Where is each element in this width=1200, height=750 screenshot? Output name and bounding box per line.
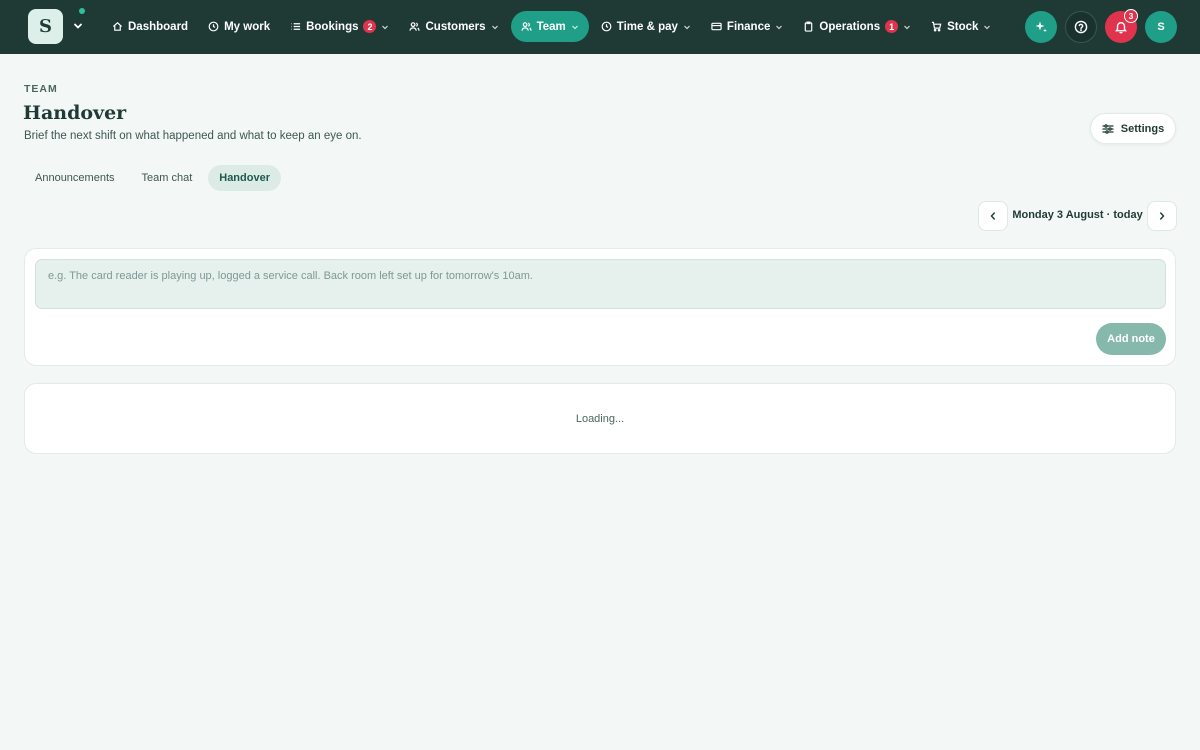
nav-item-label: Bookings <box>306 20 359 33</box>
clock-icon <box>601 21 612 32</box>
add-note-button[interactable]: Add note <box>1096 323 1166 355</box>
chevron-down-icon <box>491 25 498 29</box>
online-status-dot <box>79 8 85 14</box>
nav-item-time-pay[interactable]: Time & pay <box>593 11 699 42</box>
settings-button[interactable]: Settings <box>1090 113 1176 144</box>
main-nav: Dashboard My work Bookings 2 Customers T… <box>104 11 999 42</box>
chevron-down-icon <box>984 25 991 29</box>
team-tabs: Announcements Team chat Handover <box>24 165 281 191</box>
bell-icon <box>1115 22 1127 34</box>
nav-item-label: Finance <box>726 20 771 33</box>
sparkle-icon <box>1035 21 1047 33</box>
nav-item-label: Customers <box>425 20 486 33</box>
nav-item-label: Dashboard <box>128 20 189 33</box>
help-icon <box>1074 20 1088 34</box>
section-eyebrow: TEAM <box>24 83 58 95</box>
top-navigation-bar: S Dashboard My work Bookings 2 Customers… <box>0 0 1200 54</box>
workspace-switcher-chevron-icon[interactable] <box>70 18 86 34</box>
nav-item-label: My work <box>224 20 271 33</box>
chevron-down-icon <box>571 25 578 29</box>
home-icon <box>112 22 123 31</box>
operations-count-badge: 1 <box>885 20 899 33</box>
sliders-icon <box>1102 123 1114 134</box>
nav-item-operations[interactable]: Operations 1 <box>795 11 919 42</box>
list-icon <box>291 23 301 30</box>
team-icon <box>520 22 532 31</box>
nav-item-customers[interactable]: Customers <box>401 11 506 42</box>
page-title: Handover <box>23 102 127 124</box>
clipboard-icon <box>805 21 813 32</box>
previous-day-button[interactable] <box>978 201 1008 231</box>
help-button[interactable] <box>1065 11 1097 43</box>
nav-item-label: Operations <box>819 20 881 33</box>
app-logo[interactable]: S <box>28 9 63 44</box>
nav-item-bookings[interactable]: Bookings 2 <box>282 11 397 42</box>
handover-note-input[interactable] <box>35 259 1166 309</box>
chevron-down-icon <box>776 25 783 29</box>
bookings-count-badge: 2 <box>363 20 377 33</box>
card-icon <box>711 22 722 31</box>
nav-item-label: Team <box>536 20 566 33</box>
nav-item-my-work[interactable]: My work <box>200 11 278 42</box>
tab-handover[interactable]: Handover <box>208 165 281 191</box>
nav-item-label: Time & pay <box>616 20 678 33</box>
tab-team-chat[interactable]: Team chat <box>131 165 204 191</box>
page-subtitle: Brief the next shift on what happened an… <box>24 130 362 142</box>
chevron-down-icon <box>683 25 690 29</box>
user-avatar-button[interactable]: S <box>1145 11 1177 43</box>
chevron-down-icon <box>904 25 911 29</box>
chevron-right-icon <box>1160 212 1165 220</box>
settings-button-label: Settings <box>1120 122 1165 135</box>
loading-status: Loading... <box>575 412 625 425</box>
tab-announcements[interactable]: Announcements <box>24 165 126 191</box>
nav-item-stock[interactable]: Stock <box>923 11 999 42</box>
chevron-down-icon <box>382 25 389 29</box>
notifications-count-badge: 3 <box>1124 9 1138 23</box>
clock-icon <box>208 21 219 32</box>
handover-composer-card: Add note <box>24 248 1176 366</box>
cart-icon <box>932 21 942 32</box>
nav-item-dashboard[interactable]: Dashboard <box>104 11 196 42</box>
chevron-left-icon <box>990 212 995 220</box>
nav-item-team[interactable]: Team <box>510 11 589 42</box>
ai-assistant-button[interactable] <box>1025 11 1057 43</box>
nav-item-finance[interactable]: Finance <box>703 11 791 42</box>
next-day-button[interactable] <box>1147 201 1177 231</box>
handover-feed-card: Loading... <box>24 383 1176 454</box>
current-date-label: Monday 3 August · today <box>1012 209 1143 221</box>
nav-item-label: Stock <box>947 20 979 33</box>
users-icon <box>409 22 421 31</box>
